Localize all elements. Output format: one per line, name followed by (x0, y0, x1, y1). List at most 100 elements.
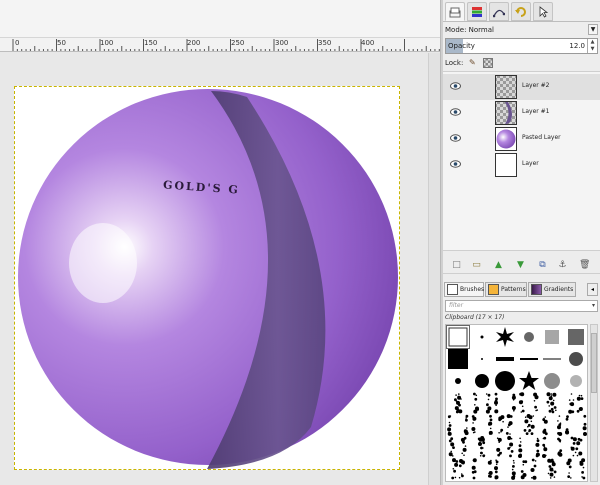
ball-image (18, 89, 398, 469)
brush-item[interactable] (494, 458, 516, 480)
brush-item[interactable] (518, 348, 540, 370)
paths-icon[interactable] (489, 2, 509, 21)
brush-item[interactable] (494, 370, 516, 392)
tab-patterns[interactable]: Patterns (485, 282, 527, 297)
brush-item[interactable] (471, 458, 493, 480)
chevron-down-icon[interactable]: ▾ (592, 301, 595, 311)
eye-icon[interactable] (450, 160, 461, 168)
brush-item[interactable] (447, 414, 469, 436)
brushes-icon (447, 284, 458, 295)
brush-item[interactable] (494, 348, 516, 370)
horizontal-ruler[interactable]: 0 50 100 150 200 250 300 350 400 (0, 37, 440, 52)
mode-select[interactable]: Mode: Normal ▼ (445, 23, 598, 37)
tab-brushes[interactable]: Brushes (444, 282, 484, 297)
brush-item[interactable] (565, 392, 587, 414)
brush-item[interactable] (471, 392, 493, 414)
brush-grid[interactable] (445, 324, 588, 482)
brush-item[interactable] (541, 348, 563, 370)
current-brush-name: Clipboard (17 × 17) (445, 314, 505, 321)
lock-pixels-icon[interactable]: ✎ (469, 58, 478, 67)
brush-item[interactable] (471, 370, 493, 392)
delete-layer-icon[interactable]: 🗑 (579, 260, 590, 271)
brush-item[interactable] (565, 436, 587, 458)
brush-item[interactable] (565, 458, 587, 480)
brush-item[interactable] (470, 414, 493, 436)
layers-icon[interactable] (445, 2, 465, 21)
brush-item[interactable] (541, 414, 563, 436)
layers-dock: Mode: Normal ▼ Opacity 12.0 ▲ ▼ Lock: ✎ L… (443, 0, 600, 485)
dock-tabs (443, 0, 600, 22)
brush-item[interactable] (565, 370, 587, 392)
gradients-icon (531, 284, 542, 295)
chevron-down-icon[interactable]: ▼ (588, 24, 598, 35)
tab-label: Brushes (460, 286, 485, 293)
layer-row[interactable]: Layer #1 (443, 100, 600, 126)
new-layer-icon[interactable]: □ (451, 260, 462, 271)
layer-group-icon[interactable]: ▭ (471, 260, 482, 271)
opacity-spin-buttons[interactable]: ▲ ▼ (587, 39, 597, 53)
brush-item[interactable] (447, 436, 469, 458)
eye-icon[interactable] (450, 82, 461, 90)
filter-input[interactable]: filter ▾ (445, 300, 598, 312)
brush-item[interactable] (494, 392, 516, 414)
brush-item[interactable] (565, 326, 587, 348)
channels-icon[interactable] (467, 2, 487, 21)
brush-item[interactable] (518, 370, 540, 392)
layer-name: Layer (522, 160, 539, 167)
duplicate-layer-icon[interactable]: ⧉ (537, 260, 548, 271)
layer-row[interactable]: Layer #2 (443, 74, 600, 100)
chevron-left-icon[interactable]: ◂ (587, 283, 598, 296)
ruler-label: 100 (100, 39, 114, 47)
brush-item[interactable] (471, 326, 493, 348)
canvas-area[interactable]: 0 50 100 150 200 250 300 350 400 GOLD'S … (0, 0, 440, 485)
vertical-scrollbar[interactable] (428, 53, 440, 485)
brush-item[interactable] (565, 348, 587, 370)
image-canvas[interactable]: GOLD'S G (14, 86, 400, 470)
brush-item[interactable] (494, 326, 516, 348)
scroll-thumb[interactable] (591, 333, 597, 393)
tab-label: Patterns (501, 286, 526, 293)
brush-item[interactable] (518, 414, 540, 436)
brush-item[interactable] (518, 392, 540, 414)
brush-item[interactable] (471, 348, 493, 370)
layer-thumbnail (495, 127, 517, 151)
undo-icon[interactable] (511, 2, 531, 21)
brush-item[interactable] (494, 414, 516, 436)
tab-gradients[interactable]: Gradients (528, 282, 576, 297)
mode-label: Mode: Normal (445, 26, 494, 34)
lock-alpha-icon[interactable] (483, 58, 493, 68)
lower-layer-icon[interactable]: ▼ (515, 260, 526, 271)
brush-scrollbar[interactable] (590, 324, 598, 482)
layer-row[interactable]: Layer (443, 152, 600, 178)
brush-item[interactable] (564, 414, 587, 436)
brush-item[interactable] (447, 458, 469, 480)
brush-item[interactable] (541, 436, 563, 458)
brush-item[interactable] (447, 392, 469, 414)
brush-item[interactable] (518, 326, 540, 348)
lock-label: Lock: (445, 59, 464, 67)
ruler-label: 200 (187, 39, 201, 47)
brush-item[interactable] (494, 436, 516, 458)
layer-name: Layer #2 (522, 82, 550, 89)
lock-row: Lock: ✎ (445, 57, 493, 69)
pointer-icon[interactable] (533, 2, 553, 21)
brush-item[interactable] (471, 436, 493, 458)
opacity-slider[interactable]: Opacity 12.0 ▲ ▼ (445, 38, 598, 54)
layer-row[interactable]: Pasted Layer (443, 126, 600, 152)
brush-item[interactable] (446, 325, 470, 349)
brush-item[interactable] (447, 348, 469, 370)
brush-item[interactable] (541, 392, 563, 414)
brush-item[interactable] (541, 458, 563, 480)
layers-list[interactable]: Layer #2 Layer #1 Pasted Layer Layer (443, 71, 600, 251)
patterns-icon (488, 284, 499, 295)
brush-item[interactable] (447, 370, 469, 392)
brush-item[interactable] (541, 370, 563, 392)
brush-item[interactable] (517, 436, 540, 458)
brush-item[interactable] (541, 326, 563, 348)
eye-icon[interactable] (450, 108, 461, 116)
eye-icon[interactable] (450, 134, 461, 142)
brush-item[interactable] (518, 458, 540, 480)
anchor-icon[interactable]: ⚓ (557, 260, 568, 271)
raise-layer-icon[interactable]: ▲ (493, 260, 504, 271)
ruler-label: 150 (144, 39, 158, 47)
